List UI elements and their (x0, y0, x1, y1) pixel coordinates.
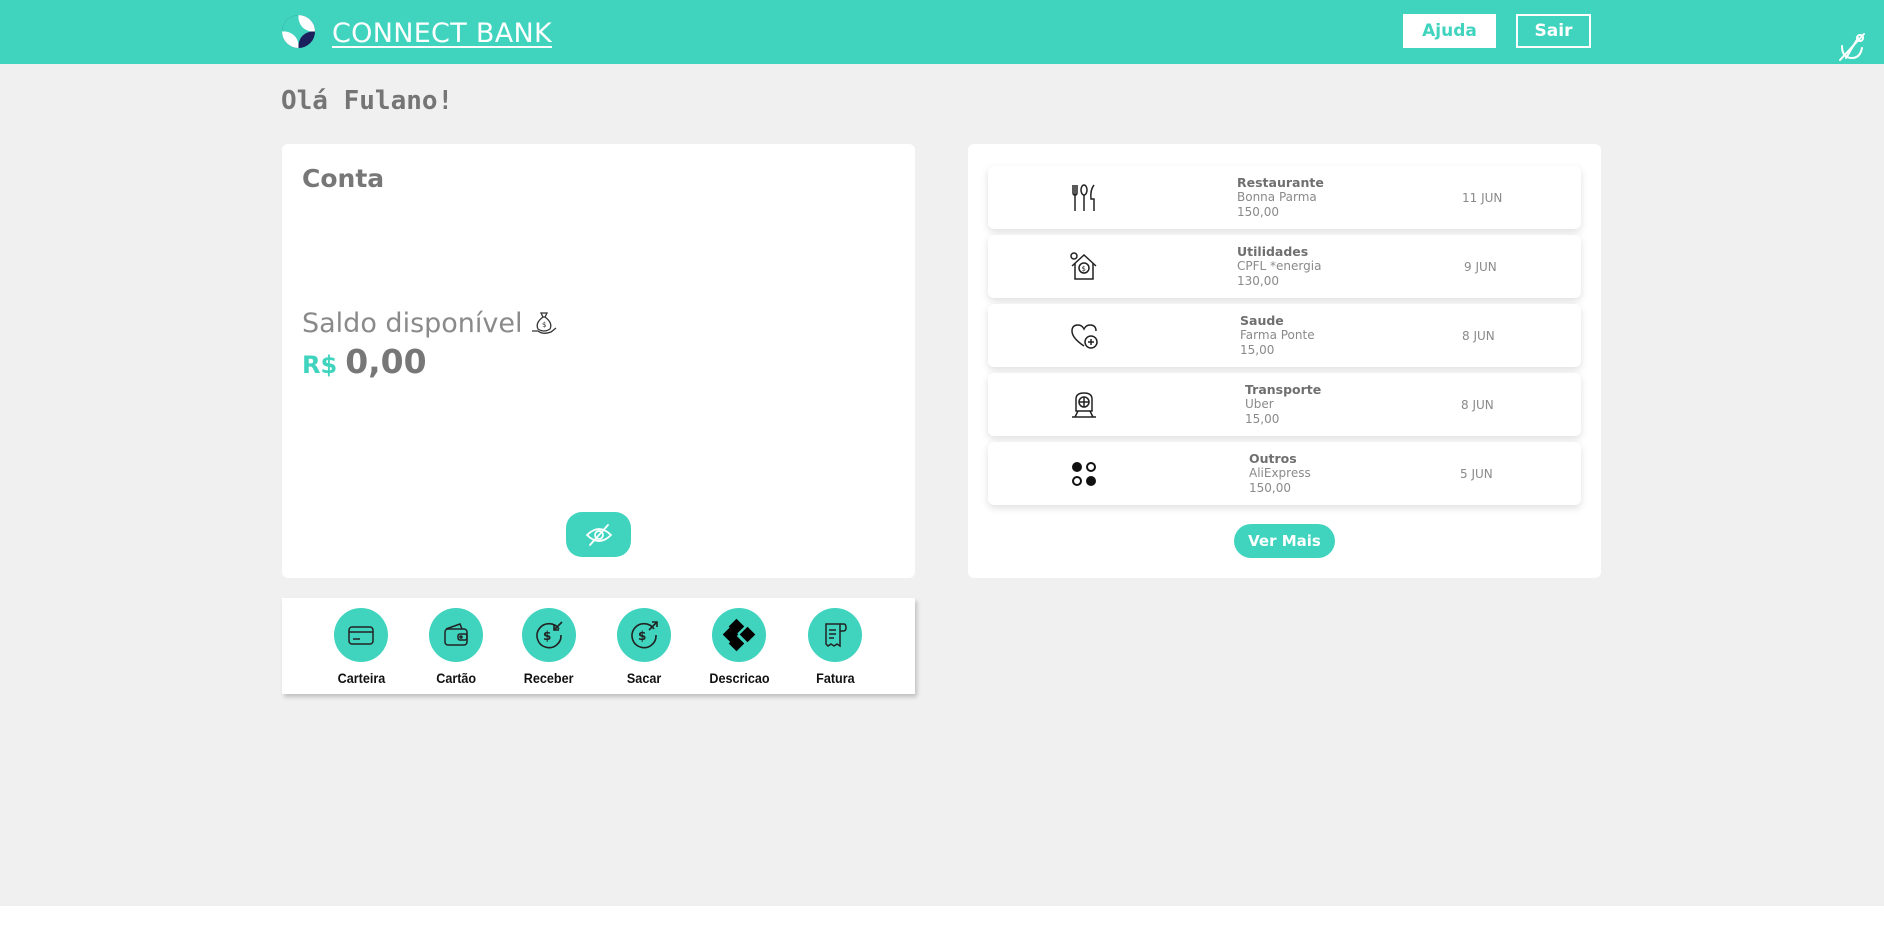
transaction-amount: 15,00 (1240, 343, 1275, 357)
help-button[interactable]: Ajuda (1403, 14, 1496, 48)
toggle-balance-visibility-button[interactable] (566, 512, 631, 557)
footer (0, 906, 1884, 930)
action-label: Sacar (626, 670, 662, 686)
action-label: Descricao (708, 670, 770, 686)
money-bag-hand-icon: $ (531, 311, 556, 334)
svg-text:$: $ (1082, 265, 1086, 273)
action-fatura[interactable]: Fatura (795, 608, 875, 686)
balance-row: R$ 0,00 (302, 342, 427, 381)
transaction-date: 9 JUN (1464, 260, 1497, 274)
svg-text:$: $ (542, 321, 546, 329)
action-carteira[interactable]: Carteira (321, 608, 401, 686)
theme-toggle-icon[interactable] (1838, 32, 1866, 62)
action-receber[interactable]: $ Receber (509, 608, 589, 686)
transaction-merchant: CPFL *energia (1237, 259, 1322, 273)
transaction-merchant: AliExpress (1249, 466, 1311, 480)
action-descricao[interactable]: Descricao (699, 608, 779, 686)
transaction-amount: 150,00 (1249, 481, 1291, 495)
transactions-panel: Restaurante Bonna Parma 150,00 11 JUN $ … (968, 144, 1601, 578)
balance-label-row: Saldo disponível $ (302, 308, 559, 339)
transaction-category: Outros (1249, 451, 1297, 466)
transaction-item[interactable]: Restaurante Bonna Parma 150,00 11 JUN (988, 166, 1581, 229)
balance-label: Saldo disponível (302, 308, 523, 339)
svg-text:$: $ (543, 629, 551, 643)
action-cartao[interactable]: Cartão (416, 608, 496, 686)
exit-button[interactable]: Sair (1516, 14, 1591, 48)
transaction-merchant: Bonna Parma (1237, 190, 1317, 204)
action-label: Carteira (337, 670, 385, 686)
currency-symbol: R$ (302, 351, 338, 379)
quick-actions-bar: Carteira Cartão $ Receber $ Sacar Descri… (282, 598, 915, 694)
account-card: Conta Saldo disponível $ R$ 0,00 (282, 144, 915, 578)
transaction-date: 8 JUN (1461, 398, 1494, 412)
transaction-amount: 15,00 (1245, 412, 1280, 426)
transaction-category: Saude (1240, 313, 1284, 328)
wallet-icon (444, 623, 468, 646)
receive-money-icon: $ (536, 621, 563, 649)
transaction-date: 8 JUN (1462, 329, 1495, 343)
pix-icon (722, 618, 756, 652)
dots-grid-icon (1072, 462, 1096, 486)
heart-health-icon (1071, 324, 1098, 349)
transaction-merchant: Uber (1245, 397, 1274, 411)
house-bill-icon: $ (1070, 252, 1097, 280)
transaction-amount: 150,00 (1237, 205, 1279, 219)
brand-name[interactable]: CONNECT BANK (332, 18, 552, 49)
card-icon (348, 626, 374, 645)
transaction-date: 5 JUN (1460, 467, 1493, 481)
action-label: Receber (524, 670, 574, 686)
top-header: CONNECT BANK Ajuda Sair (0, 0, 1884, 64)
see-more-button[interactable]: Ver Mais (1234, 524, 1335, 558)
transaction-category: Transporte (1245, 382, 1322, 397)
receipt-icon (825, 623, 847, 648)
greeting-title: Olá Fulano! (281, 86, 454, 116)
balance-amount: 0,00 (345, 342, 427, 381)
account-title: Conta (302, 164, 385, 193)
train-icon (1072, 392, 1096, 418)
eye-slash-icon (585, 523, 612, 546)
transaction-item[interactable]: $ Utilidades CPFL *energia 130,00 9 JUN (988, 235, 1581, 298)
transaction-amount: 130,00 (1237, 274, 1279, 288)
transaction-date: 11 JUN (1462, 191, 1503, 205)
transaction-category: Utilidades (1237, 244, 1309, 259)
cutlery-icon (1072, 184, 1095, 211)
svg-text:$: $ (638, 629, 646, 643)
transaction-category: Restaurante (1237, 175, 1324, 190)
action-label: Fatura (815, 670, 855, 686)
transaction-item[interactable]: Transporte Uber 15,00 8 JUN (988, 373, 1581, 436)
transaction-item[interactable]: Saude Farma Ponte 15,00 8 JUN (988, 304, 1581, 367)
withdraw-money-icon: $ (631, 621, 658, 649)
action-label: Cartão (436, 670, 476, 686)
transaction-item[interactable]: Outros AliExpress 150,00 5 JUN (988, 442, 1581, 505)
logo-icon (281, 14, 316, 49)
transaction-merchant: Farma Ponte (1240, 328, 1315, 342)
action-sacar[interactable]: $ Sacar (604, 608, 684, 686)
